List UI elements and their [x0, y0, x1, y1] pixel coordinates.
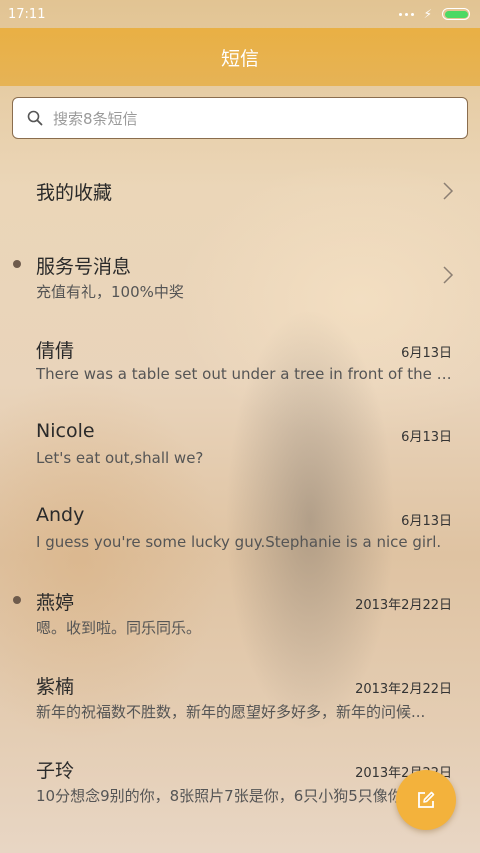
more-dots-icon — [398, 12, 414, 16]
status-icons: ⚡ — [398, 7, 470, 21]
conversation-item[interactable]: Andy 6月13日 I guess you're some lucky guy… — [0, 486, 480, 570]
conversation-preview: 10分想念9别的你，8张照片7张是你，6只小狗5只像你 — [36, 787, 403, 805]
compose-button[interactable] — [396, 770, 456, 830]
conversation-preview: I guess you're some lucky guy.Stephanie … — [36, 533, 442, 551]
conversation-preview: 充值有礼，100%中奖 — [36, 283, 184, 301]
conversation-preview: 新年的祝福数不胜数，新年的愿望好多好多，新年的问候... — [36, 703, 426, 721]
conversation-item[interactable]: 倩倩 6月13日 There was a table set out under… — [0, 318, 480, 402]
conversation-title: 子玲 — [36, 760, 75, 782]
conversation-item[interactable]: Nicole 6月13日 Let's eat out,shall we? — [0, 402, 480, 486]
conversation-date: 6月13日 — [401, 430, 452, 445]
conversation-date: 6月13日 — [401, 346, 452, 361]
conversation-title: 倩倩 — [36, 340, 75, 362]
unread-dot — [13, 596, 21, 604]
unread-dot — [13, 260, 21, 268]
conversation-date: 2013年2月22日 — [355, 598, 452, 613]
conversation-title: 我的收藏 — [36, 182, 113, 204]
chevron-right-icon — [443, 266, 454, 284]
chevron-right-icon — [443, 182, 454, 200]
conversation-date: 2013年2月22日 — [355, 682, 452, 697]
conversation-preview: 嗯。收到啦。同乐同乐。 — [36, 619, 202, 637]
search-input[interactable]: 搜索8条短信 — [12, 97, 468, 139]
charging-bolt-icon: ⚡ — [423, 7, 432, 21]
conversation-service[interactable]: 服务号消息 充值有礼，100%中奖 — [0, 234, 480, 318]
conversation-date: 6月13日 — [401, 514, 452, 529]
page-title: 短信 — [220, 47, 259, 70]
conversation-title: Nicole — [36, 420, 95, 442]
conversation-title: 紫楠 — [36, 676, 75, 698]
app-header: 短信 — [0, 28, 480, 86]
status-time: 17:11 — [8, 6, 46, 22]
status-bar: 17:11 ⚡ — [0, 0, 480, 28]
conversation-item[interactable]: 燕婷 2013年2月22日 嗯。收到啦。同乐同乐。 — [0, 570, 480, 654]
conversation-favorites[interactable]: 我的收藏 — [0, 150, 480, 234]
search-icon — [27, 110, 43, 126]
battery-icon — [442, 8, 470, 20]
conversation-title: Andy — [36, 504, 85, 526]
search-placeholder: 搜索8条短信 — [53, 109, 138, 128]
conversation-item[interactable]: 紫楠 2013年2月22日 新年的祝福数不胜数，新年的愿望好多好多，新年的问候.… — [0, 654, 480, 738]
conversation-title: 服务号消息 — [36, 256, 132, 278]
conversation-title: 燕婷 — [36, 592, 75, 614]
conversation-preview: Let's eat out,shall we? — [36, 449, 204, 467]
conversation-preview: There was a table set out under a tree i… — [36, 365, 454, 383]
compose-icon — [418, 791, 435, 808]
